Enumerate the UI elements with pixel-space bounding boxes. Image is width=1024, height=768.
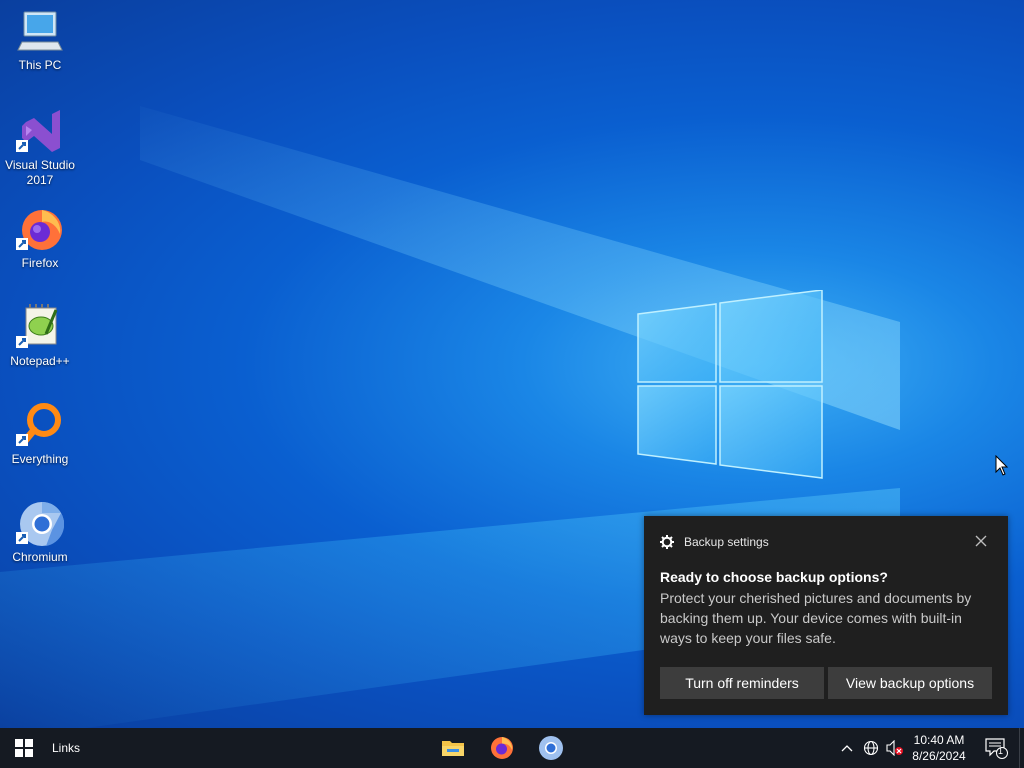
desktop-icon-label: 2017: [26, 173, 54, 187]
action-center-button[interactable]: 1: [978, 728, 1014, 768]
desktop-icon-label: Firefox: [21, 256, 59, 270]
volume-muted-icon: [886, 740, 903, 756]
windows-start-icon: [15, 739, 33, 757]
desktop-icon-label: Chromium: [12, 550, 68, 564]
desktop-icon-label: Everything: [11, 452, 69, 466]
links-toolbar[interactable]: Links: [52, 728, 80, 768]
start-button[interactable]: [0, 728, 48, 768]
everything-search-icon: [16, 403, 61, 446]
clock-date: 8/26/2024: [912, 749, 966, 763]
chromium-icon: [539, 736, 563, 760]
desktop-icon-visual-studio[interactable]: Visual Studio 2017: [4, 108, 76, 188]
toast-header: Backup settings: [660, 535, 769, 549]
desktop-icon-label: Notepad++: [10, 354, 70, 368]
toast-title: Ready to choose backup options?: [660, 569, 888, 585]
volume-button[interactable]: [884, 728, 906, 768]
taskbar-firefox[interactable]: [479, 728, 525, 768]
taskbar: Links 10:40 AM 8/26/2024 1: [0, 728, 1024, 768]
desktop-icon-everything[interactable]: Everything: [4, 402, 76, 467]
view-backup-options-button[interactable]: View backup options: [828, 667, 992, 699]
desktop-icon-chromium[interactable]: Chromium: [4, 500, 76, 565]
gear-icon: [660, 535, 674, 549]
firefox-icon: [16, 210, 62, 250]
mouse-pointer-icon: [995, 455, 1009, 476]
notepad-plus-plus-icon: [16, 304, 58, 348]
taskbar-chromium[interactable]: [528, 728, 574, 768]
clock-time: 10:40 AM: [913, 733, 965, 747]
notification-icon: [985, 738, 1008, 759]
desktop-icon-label: Visual Studio: [5, 158, 75, 172]
windows-logo-wallpaper: [637, 290, 823, 479]
file-explorer-icon: [442, 741, 464, 756]
notification-count-badge: 1: [998, 746, 1004, 756]
show-hidden-icons-button[interactable]: [836, 728, 858, 768]
desktop: This PC Visual Studio 2017 Firefox Notep…: [0, 0, 1024, 728]
toast-body: Protect your cherished pictures and docu…: [660, 590, 972, 646]
this-pc-icon: [17, 11, 63, 51]
network-globe-icon: [863, 740, 879, 756]
desktop-icon-label: This PC: [18, 58, 62, 72]
chromium-icon: [16, 502, 64, 546]
desktop-icon-notepad-plus-plus[interactable]: Notepad++: [4, 304, 76, 369]
taskbar-file-explorer[interactable]: [430, 728, 476, 768]
chevron-up-icon: [841, 745, 853, 752]
taskbar-clock[interactable]: 10:40 AM 8/26/2024: [904, 728, 974, 768]
network-button[interactable]: [860, 728, 882, 768]
toast-app-name: Backup settings: [684, 535, 769, 549]
close-icon[interactable]: [972, 532, 990, 550]
visual-studio-icon: [16, 110, 60, 152]
backup-notification-toast: Backup settings Ready to choose backup o…: [644, 516, 1008, 715]
desktop-icon-this-pc[interactable]: This PC: [4, 10, 76, 73]
firefox-icon: [491, 737, 513, 759]
desktop-icon-firefox[interactable]: Firefox: [4, 206, 76, 271]
turn-off-reminders-button[interactable]: Turn off reminders: [660, 667, 824, 699]
show-desktop-button[interactable]: [1019, 728, 1024, 768]
